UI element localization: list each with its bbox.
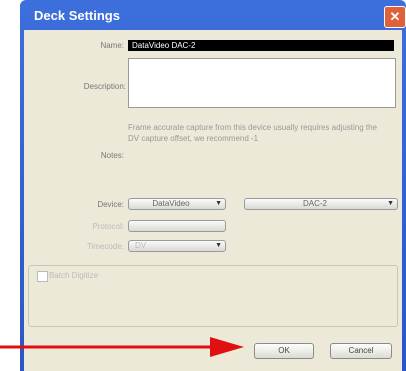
arrow-head-icon	[210, 337, 244, 357]
red-arrow-annotation	[0, 337, 244, 357]
